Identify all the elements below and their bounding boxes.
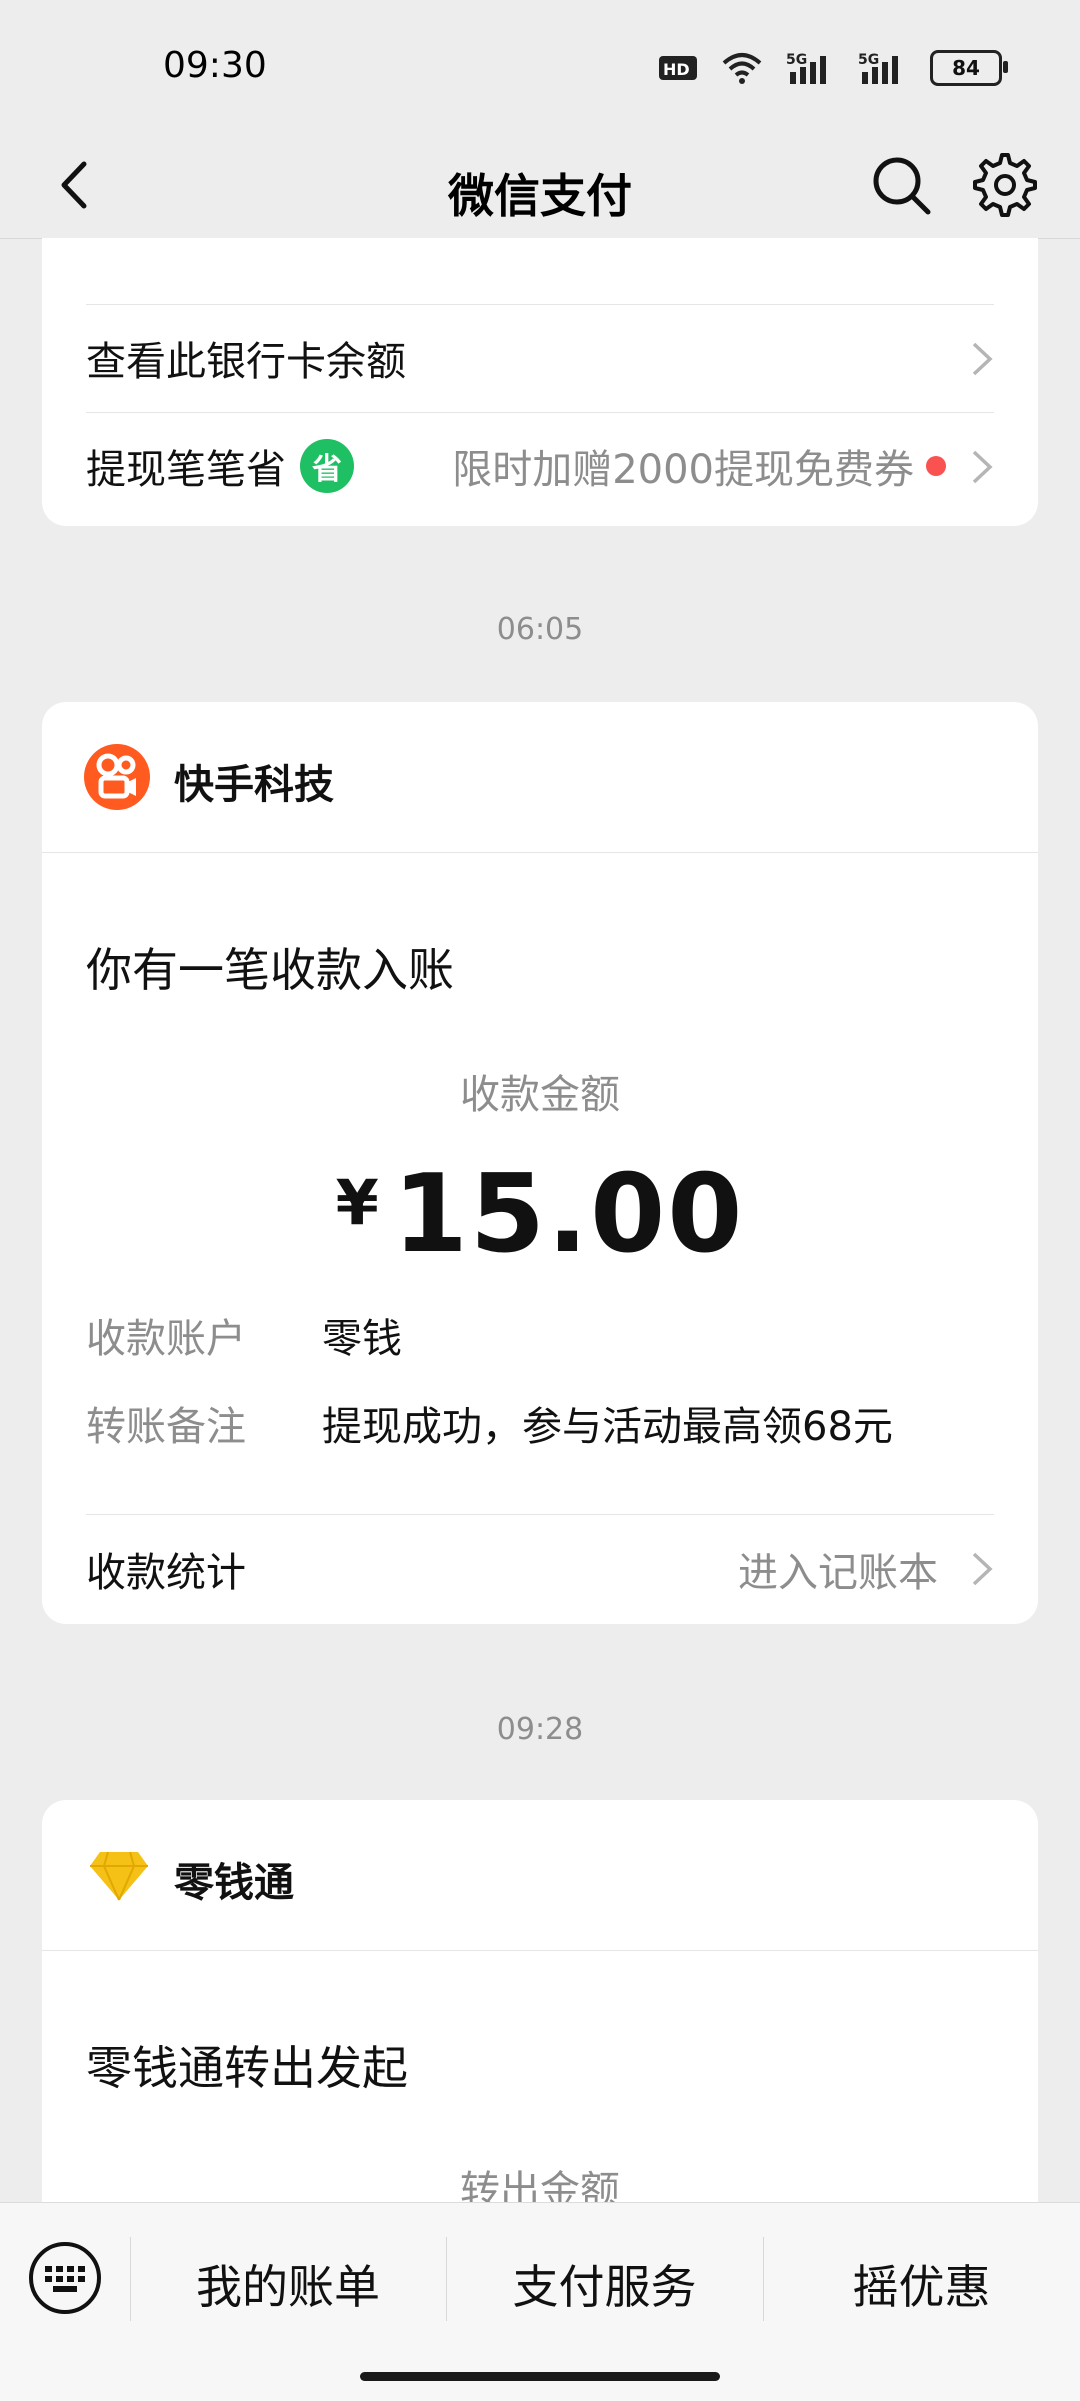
- battery-level: 84: [952, 56, 980, 80]
- sheng-badge-icon: 省: [300, 439, 354, 493]
- message-timestamp: 06:05: [496, 612, 584, 647]
- notice-title: 零钱通转出发起: [86, 2041, 408, 2095]
- payment-received-card[interactable]: 快手科技 你有一笔收款入账 收款金额 ¥15.00 收款账户 零钱 转账备注 提…: [42, 702, 1038, 1624]
- status-time: 09:30: [163, 45, 267, 86]
- amount-display: ¥15.00: [42, 1152, 1038, 1277]
- withdraw-promo-text: 限时加赠2000提现免费券: [452, 447, 914, 493]
- gear-icon[interactable]: [970, 150, 1040, 220]
- status-bar: 09:30 HD 5G 5G 84: [0, 0, 1080, 130]
- battery-icon: 84: [930, 50, 1008, 86]
- amount-label: 收款金额: [460, 1072, 620, 1118]
- chevron-right-icon: [972, 450, 993, 484]
- home-indicator[interactable]: [360, 2372, 720, 2381]
- hd-icon: HD: [659, 56, 697, 80]
- tab-shake-deals[interactable]: 摇优惠: [763, 2251, 1080, 2317]
- withdraw-saving-label: 提现笔笔省: [86, 447, 286, 493]
- svg-text:5G: 5G: [858, 52, 879, 68]
- income-stats-row[interactable]: 收款统计 进入记账本: [86, 1514, 994, 1624]
- remark-key: 转账备注: [86, 1404, 246, 1450]
- currency-symbol: ¥: [335, 1166, 379, 1239]
- svg-text:5G: 5G: [786, 52, 807, 68]
- chevron-right-icon: [972, 342, 993, 376]
- amount-value: 15.00: [392, 1152, 745, 1277]
- red-dot-badge: [926, 456, 946, 476]
- chevron-right-icon: [972, 1552, 993, 1586]
- kuaishou-logo-icon: [84, 744, 150, 810]
- income-stats-label: 收款统计: [86, 1550, 246, 1596]
- check-balance-row[interactable]: 查看此银行卡余额: [86, 304, 994, 412]
- service-name: 零钱通: [174, 1860, 294, 1906]
- transfer-out-card[interactable]: 零钱通 零钱通转出发起 转出金额: [42, 1800, 1038, 2260]
- svg-text:HD: HD: [663, 60, 690, 79]
- search-icon[interactable]: [866, 150, 936, 220]
- remark-row: 转账备注 提现成功，参与活动最高领68元: [86, 1394, 893, 1452]
- tab-payment-services[interactable]: 支付服务: [446, 2251, 763, 2317]
- diamond-icon: [90, 1851, 148, 1901]
- merchant-name: 快手科技: [174, 762, 334, 808]
- wifi-icon: [722, 53, 762, 84]
- message-timestamp: 09:28: [496, 1712, 584, 1747]
- remark-value: 提现成功，参与活动最高领68元: [322, 1404, 893, 1450]
- top-nav: 微信支付: [0, 130, 1080, 239]
- divider: [42, 852, 1038, 853]
- notice-title: 你有一笔收款入账: [86, 943, 454, 997]
- keyboard-icon[interactable]: [26, 2239, 104, 2317]
- ledger-link[interactable]: 进入记账本: [738, 1540, 938, 1598]
- check-balance-label: 查看此银行卡余额: [86, 339, 406, 385]
- tab-my-bills[interactable]: 我的账单: [130, 2251, 446, 2317]
- status-icons: HD 5G 5G 84: [658, 50, 1008, 86]
- divider: [42, 1950, 1038, 1951]
- signal-5g-icon: 5G: [786, 52, 826, 84]
- bank-card-message: 查看此银行卡余额 提现笔笔省 省 限时加赠2000提现免费券: [42, 238, 1038, 526]
- account-key: 收款账户: [86, 1316, 246, 1362]
- signal-5g-icon-2: 5G: [858, 52, 898, 84]
- withdraw-saving-row[interactable]: 提现笔笔省 省 限时加赠2000提现免费券: [86, 412, 994, 520]
- account-value: 零钱: [322, 1316, 402, 1362]
- account-row: 收款账户 零钱: [86, 1306, 402, 1364]
